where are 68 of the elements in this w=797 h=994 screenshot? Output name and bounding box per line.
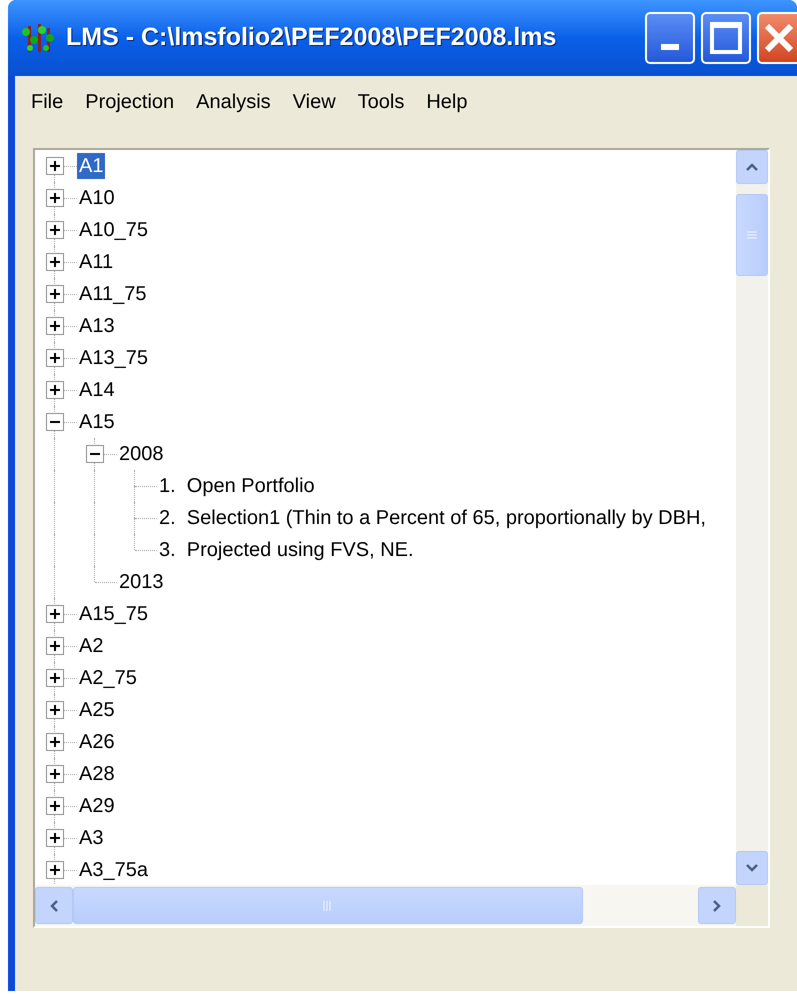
right-caret-icon [712,898,722,912]
plus-box-icon[interactable] [46,381,64,399]
tree-item[interactable]: A10 [77,185,117,211]
horizontal-scrollbar[interactable] [35,885,736,926]
tree-item[interactable]: A29 [77,793,117,819]
tree-item[interactable]: A3_75a [77,857,150,883]
tree-item[interactable]: A28 [77,761,117,787]
tree-item[interactable]: A2 [77,633,106,659]
plus-box-icon[interactable] [46,253,64,271]
minimize-button[interactable] [645,12,695,64]
tree-item[interactable]: A2_75 [77,665,139,691]
tree-item[interactable]: 1. Open Portfolio [157,473,317,499]
plus-box-icon[interactable] [46,317,64,335]
scroll-down-button[interactable] [736,851,768,885]
tree-item[interactable]: 2008 [117,441,166,467]
menu-item[interactable]: Analysis [188,87,279,117]
grip-icon [747,231,757,239]
menu-item[interactable]: Help [418,87,476,117]
tree-item[interactable]: A13_75 [77,345,150,371]
plus-box-icon[interactable] [46,221,64,239]
plus-box-icon[interactable] [46,349,64,367]
up-caret-icon [745,162,759,172]
plus-box-icon[interactable] [46,765,64,783]
close-icon [763,22,795,54]
left-caret-icon [49,898,59,912]
menu-item[interactable]: View [284,87,344,117]
scroll-left-button[interactable] [35,887,73,924]
plus-box-icon[interactable] [46,157,64,175]
tree-item[interactable]: 2. Selection1 (Thin to a Percent of 65, proportionally by DBH, [157,505,708,531]
scroll-right-button[interactable] [698,887,736,924]
plus-box-icon[interactable] [46,861,64,879]
menu-item[interactable]: Tools [350,87,412,117]
plus-box-icon[interactable] [46,797,64,815]
tree-item[interactable]: A10_75 [77,217,150,243]
vertical-scrollbar[interactable] [736,150,768,885]
grip-icon [323,900,333,910]
plus-box-icon[interactable] [46,733,64,751]
tree-item[interactable]: 2013 [117,569,166,595]
tree-item[interactable]: A11_75 [77,281,148,307]
plus-box-icon[interactable] [46,605,64,623]
tree-item[interactable]: A3 [77,825,106,851]
tree-item[interactable]: A13 [77,313,117,339]
menu-item[interactable]: Projection [77,87,182,117]
scrollbar-corner [736,885,768,926]
tree-item[interactable]: A26 [77,729,117,755]
plus-box-icon[interactable] [46,189,64,207]
menu-item[interactable]: File [23,87,72,117]
plus-box-icon[interactable] [46,829,64,847]
plus-box-icon[interactable] [46,669,64,687]
scroll-thumb[interactable] [73,887,583,924]
down-caret-icon [745,863,759,873]
close-button[interactable] [757,12,797,64]
plus-box-icon[interactable] [46,285,64,303]
tree-item[interactable]: A1 [77,153,106,179]
tree-item[interactable]: A11 [77,249,116,275]
plus-box-icon[interactable] [46,701,64,719]
plus-box-icon[interactable] [46,637,64,655]
maximize-button[interactable] [701,12,751,64]
tree-item[interactable]: A15_75 [77,601,150,627]
tree-item[interactable]: 3. Projected using FVS, NE. [157,537,416,563]
scroll-thumb[interactable] [736,194,768,276]
window-title: LMS - C:\lmsfolio2\PEF2008\PEF2008.lms [66,22,556,54]
minus-box-icon[interactable] [86,445,104,463]
tree-item[interactable]: A15 [77,409,117,435]
scroll-up-button[interactable] [736,150,768,184]
tree-item[interactable]: A25 [77,697,117,723]
minus-box-icon[interactable] [46,413,64,431]
tree-item[interactable]: A14 [77,377,117,403]
